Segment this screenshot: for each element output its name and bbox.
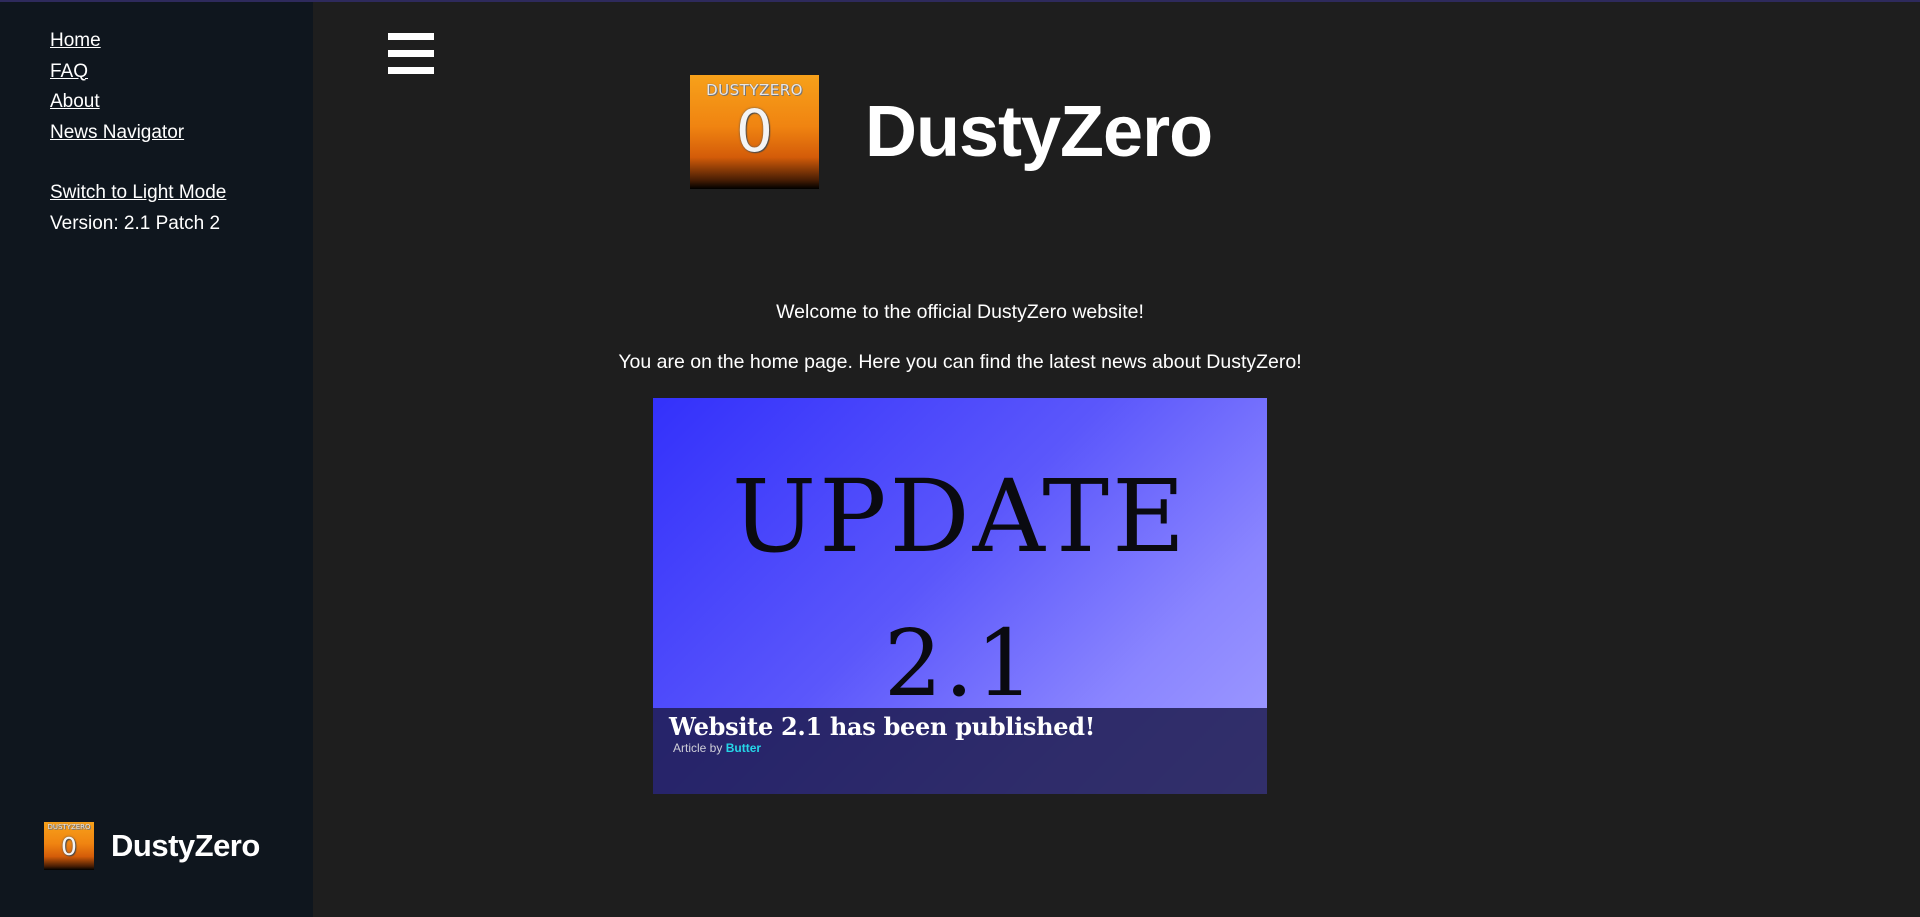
hamburger-bar bbox=[388, 50, 434, 57]
sidebar-logo: DUSTYZERO 0 bbox=[44, 822, 94, 870]
hamburger-bar bbox=[388, 67, 434, 74]
news-byline: Article by Butter bbox=[673, 741, 761, 755]
site-logo: DUSTYZERO 0 bbox=[690, 75, 819, 189]
nav-link-faq[interactable]: FAQ bbox=[50, 57, 226, 88]
news-image-title: UPDATE bbox=[731, 458, 1189, 575]
hamburger-menu-icon[interactable] bbox=[388, 33, 434, 74]
nav-link-home[interactable]: Home bbox=[50, 26, 226, 57]
news-article-card[interactable]: UPDATE 2.1 Website 2.1 has been publishe… bbox=[653, 398, 1267, 794]
site-title: DustyZero bbox=[865, 92, 1213, 172]
sidebar-logo-text: DUSTYZERO bbox=[47, 823, 91, 831]
sidebar-logo-digit: 0 bbox=[61, 832, 77, 861]
byline-prefix: Article by bbox=[673, 741, 723, 755]
sidebar-brand[interactable]: DUSTYZERO 0 DustyZero bbox=[44, 822, 260, 870]
sidebar: Home FAQ About News Navigator Switch to … bbox=[0, 2, 313, 917]
news-headline[interactable]: Website 2.1 has been published! bbox=[669, 712, 1095, 741]
news-image-version: 2.1 bbox=[883, 610, 1037, 717]
home-info-text: You are on the home page. Here you can f… bbox=[618, 351, 1302, 373]
theme-toggle-link[interactable]: Switch to Light Mode bbox=[50, 178, 226, 209]
hamburger-bar bbox=[388, 33, 434, 40]
sidebar-brand-name: DustyZero bbox=[111, 828, 260, 863]
site-logo-digit: 0 bbox=[736, 97, 773, 165]
site-header: DUSTYZERO 0 DustyZero bbox=[690, 75, 1213, 189]
welcome-text: Welcome to the official DustyZero websit… bbox=[776, 301, 1144, 323]
nav-link-about[interactable]: About bbox=[50, 87, 226, 118]
news-author[interactable]: Butter bbox=[726, 741, 761, 755]
version-text: Version: 2.1 Patch 2 bbox=[50, 212, 221, 234]
nav-link-news-navigator[interactable]: News Navigator bbox=[50, 118, 226, 149]
news-caption: Website 2.1 has been published! Article … bbox=[653, 708, 1267, 794]
sidebar-nav: Home FAQ About News Navigator Switch to … bbox=[50, 26, 226, 239]
